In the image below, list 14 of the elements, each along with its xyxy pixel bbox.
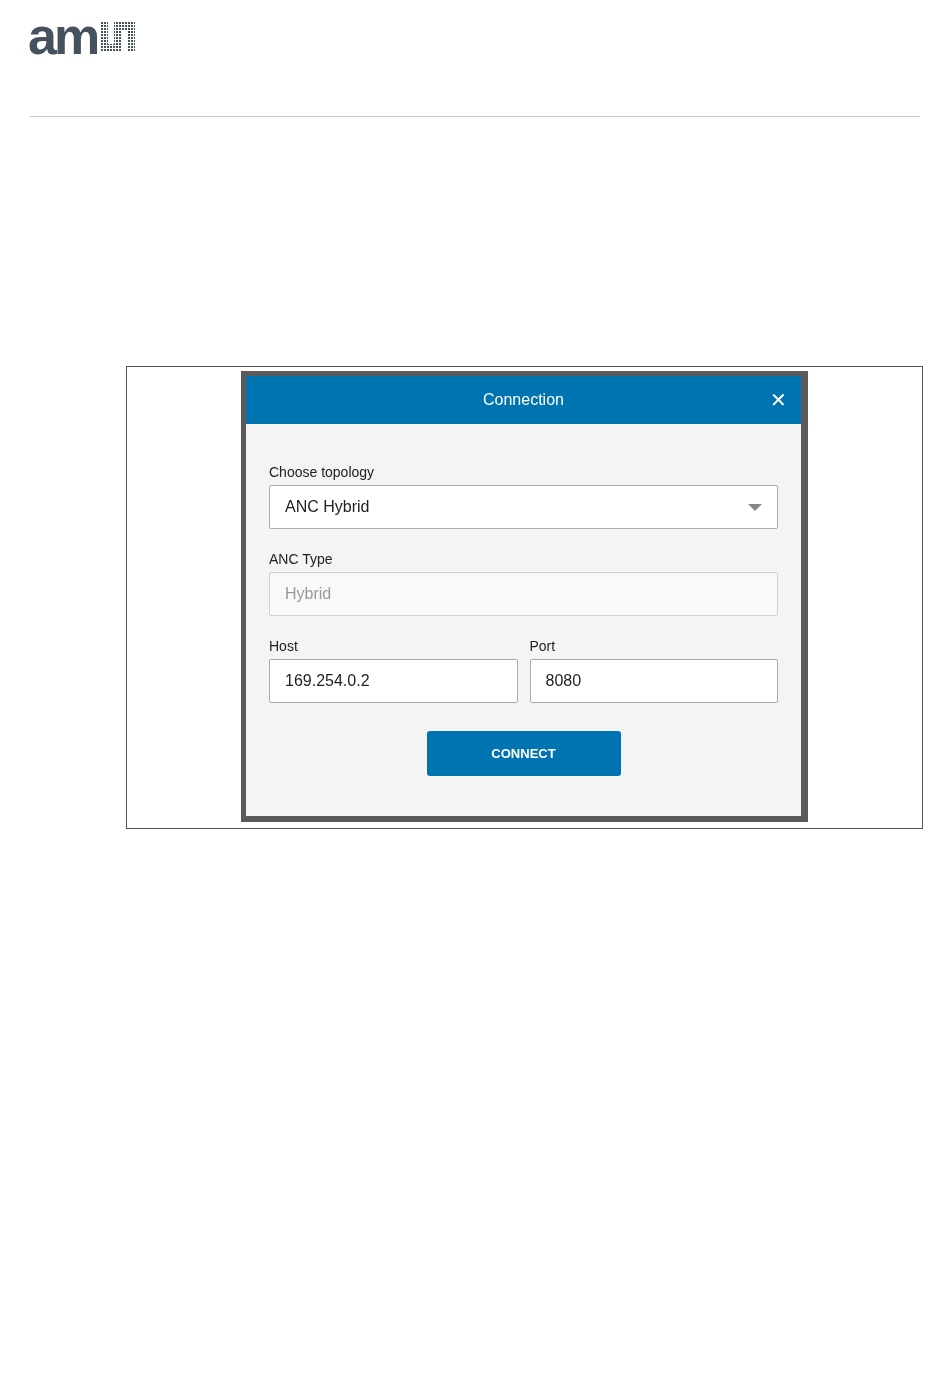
anc-type-field: Hybrid xyxy=(269,572,778,616)
connect-button[interactable]: CONNECT xyxy=(426,731,621,776)
host-field[interactable]: 169.254.0.2 xyxy=(269,659,518,703)
field-label: Choose topology xyxy=(269,464,376,480)
logo-text: am xyxy=(28,18,98,54)
dialog-title: Connection xyxy=(483,390,564,410)
dropdown-caret-icon xyxy=(748,503,762,511)
topology-dropdown[interactable]: ANC Hybrid xyxy=(269,485,778,529)
field-label: ANC Type xyxy=(269,551,334,567)
port-field[interactable]: 8080 xyxy=(529,659,778,703)
field-label: Host xyxy=(269,638,299,654)
dotted-logo-icon xyxy=(101,22,136,52)
field-label: Port xyxy=(529,638,557,654)
close-button[interactable]: ✕ xyxy=(770,388,787,412)
